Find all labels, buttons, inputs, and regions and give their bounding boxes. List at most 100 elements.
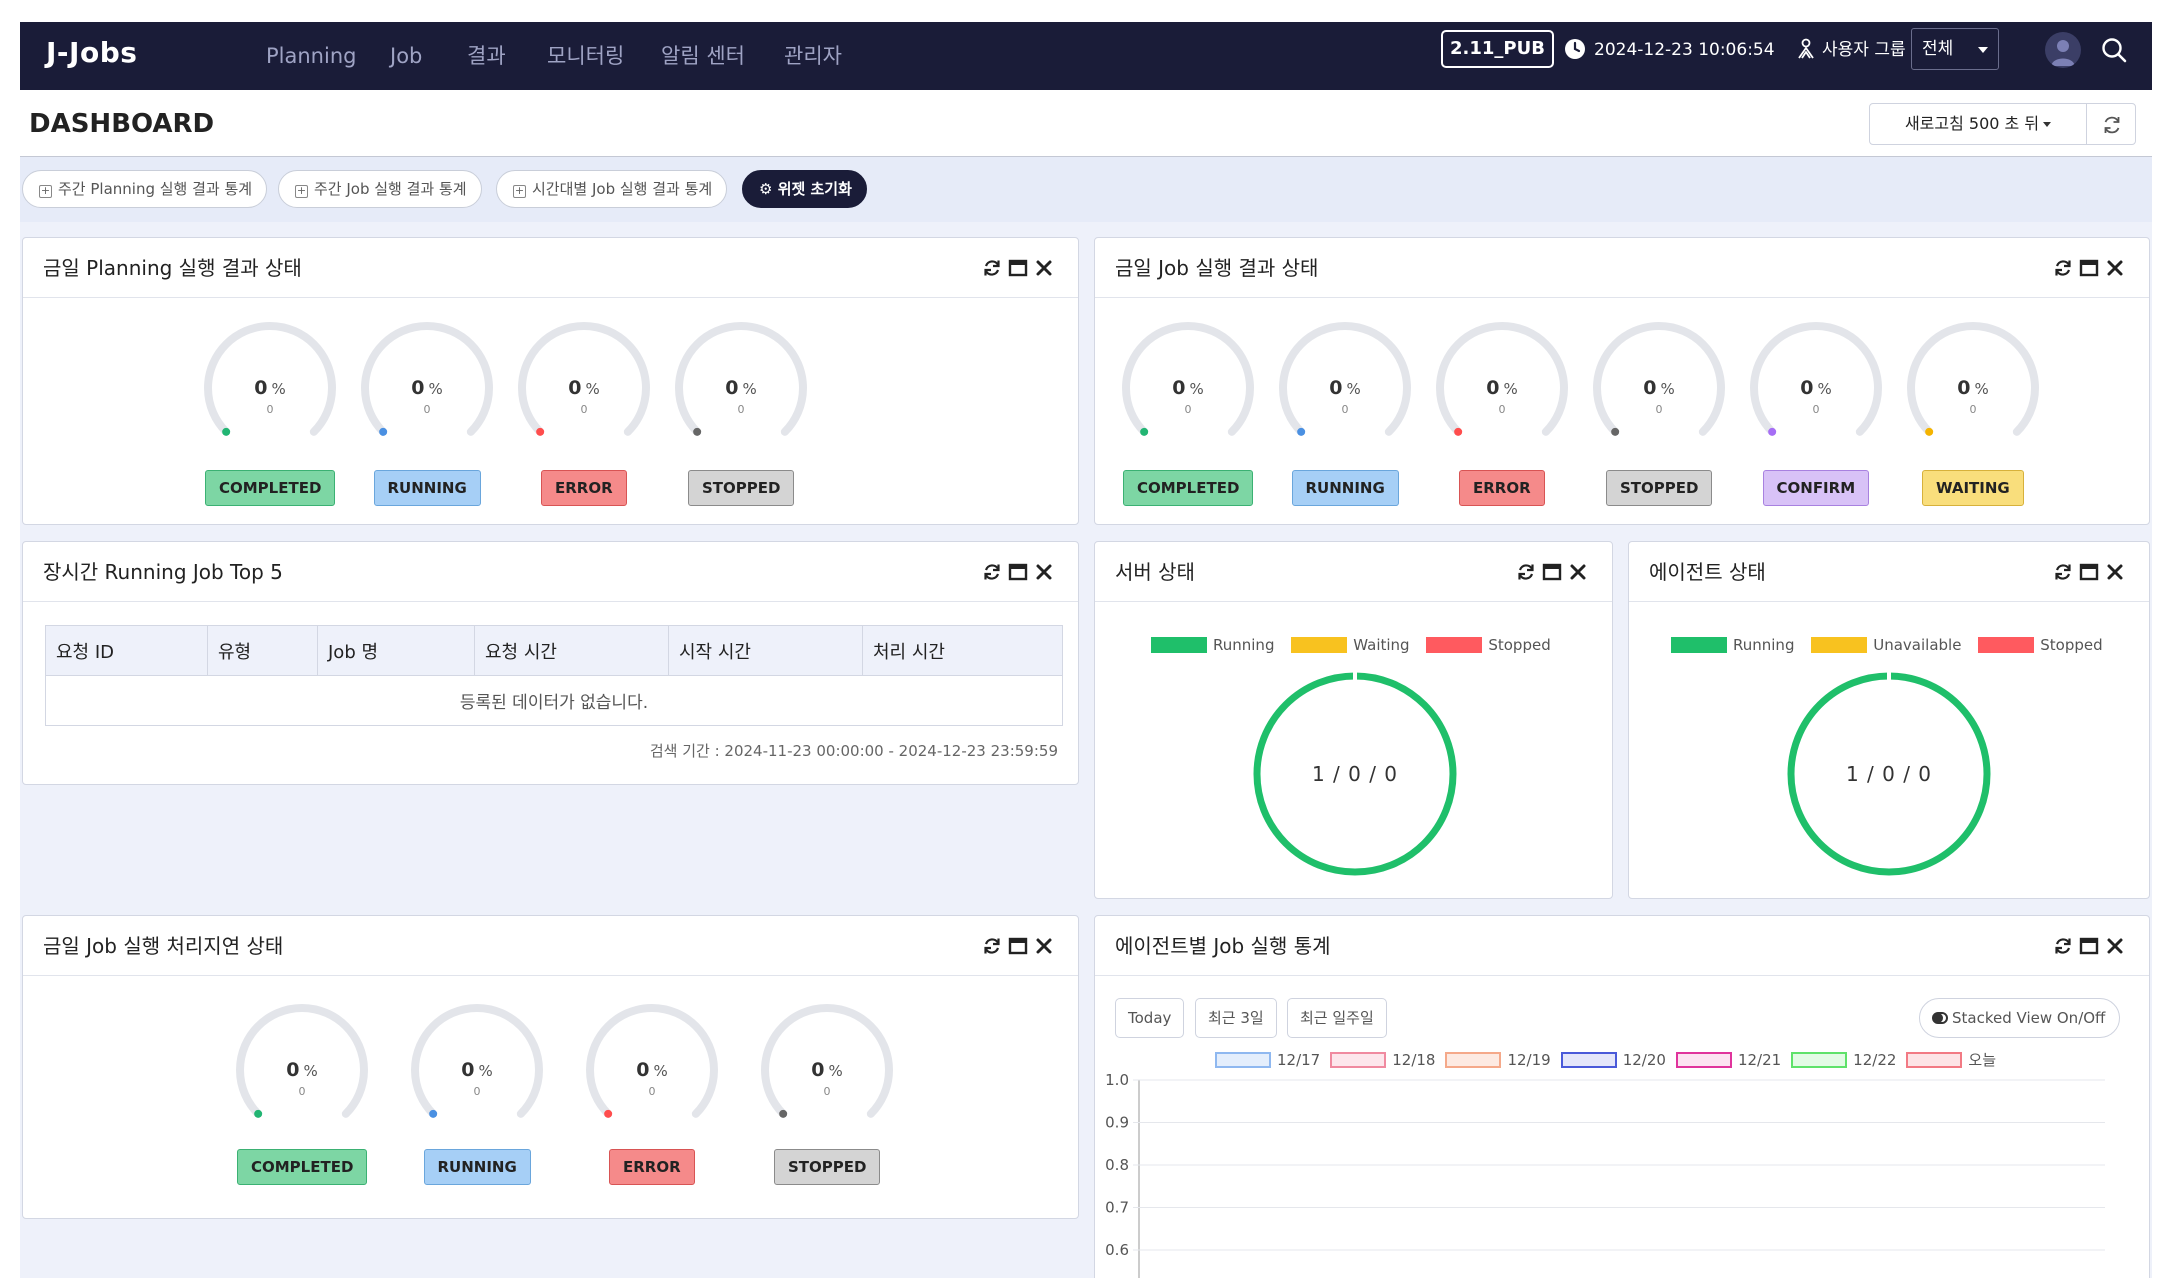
status-badge-error[interactable]: ERROR	[609, 1149, 695, 1185]
nav-item-admin[interactable]: 관리자	[784, 36, 842, 76]
close-icon[interactable]	[1034, 936, 1054, 956]
gauge-count: 0	[823, 1085, 831, 1098]
long-running-job-table: 요청 ID 유형 Job 명 요청 시간 시작 시간 처리 시간 등록된 데이터…	[45, 625, 1063, 726]
refresh-icon[interactable]	[2053, 562, 2073, 582]
gauge-value: 0%	[582, 1058, 722, 1083]
refresh-icon[interactable]	[2053, 258, 2073, 278]
status-badge-completed[interactable]: COMPLETED	[1123, 470, 1254, 506]
panel-tools	[1516, 562, 1588, 582]
nav-item-monitoring[interactable]: 모니터링	[547, 36, 624, 76]
search-period: 검색 기간 : 2024-11-23 00:00:00 - 2024-12-23…	[649, 742, 1058, 760]
gauge-error: 0% 0	[582, 1002, 722, 1132]
status-badge-error[interactable]: ERROR	[541, 470, 627, 506]
user-group-select[interactable]: 전체	[1911, 28, 1999, 70]
app-logo[interactable]: J-Jobs	[46, 34, 137, 72]
legend-swatch	[1291, 637, 1348, 653]
refresh-icon[interactable]	[982, 258, 1002, 278]
status-badge-confirm[interactable]: CONFIRM	[1762, 470, 1870, 506]
maximize-icon[interactable]	[1008, 562, 1028, 582]
gauge-count: 0	[1341, 403, 1349, 416]
legend-item-running[interactable]: Running	[1671, 636, 1794, 654]
gauge-percent: 0	[1957, 377, 1971, 399]
status-badge-stopped[interactable]: STOPPED	[1606, 470, 1713, 506]
status-badge-completed[interactable]: COMPLETED	[237, 1149, 368, 1185]
donut-gap	[1353, 671, 1357, 681]
maximize-icon[interactable]	[1008, 258, 1028, 278]
maximize-icon[interactable]	[2079, 258, 2099, 278]
user-group-icon	[1798, 38, 1814, 59]
close-icon[interactable]	[1034, 562, 1054, 582]
legend-item-stopped[interactable]: Stopped	[1978, 636, 2103, 654]
status-badge-stopped[interactable]: STOPPED	[688, 470, 795, 506]
refresh-button[interactable]	[2086, 103, 2136, 145]
gauge-unit: %	[653, 1062, 668, 1080]
maximize-icon[interactable]	[2079, 562, 2099, 582]
nav-item-planning[interactable]: Planning	[266, 36, 356, 76]
search-icon[interactable]	[2100, 36, 2128, 64]
gauge-unit: %	[1189, 380, 1204, 398]
legend-item-stopped[interactable]: Stopped	[1426, 636, 1551, 654]
close-icon[interactable]	[2105, 258, 2125, 278]
status-badge-waiting[interactable]: WAITING	[1922, 470, 2024, 506]
refresh-icon	[2104, 116, 2120, 134]
panel-tools	[982, 936, 1054, 956]
column-header-job-name[interactable]: Job 명	[317, 625, 475, 676]
status-badge-running[interactable]: RUNNING	[373, 470, 481, 506]
close-icon[interactable]	[2105, 562, 2125, 582]
column-header-request-id[interactable]: 요청 ID	[45, 625, 208, 676]
panel-title: 에이전트 상태	[1649, 560, 1766, 584]
gauge-percent: 0	[1486, 377, 1500, 399]
status-badge-stopped[interactable]: STOPPED	[774, 1149, 881, 1185]
refresh-icon[interactable]	[1516, 562, 1536, 582]
close-icon[interactable]	[1034, 258, 1054, 278]
gauge-running: 0% 0	[407, 1002, 547, 1132]
legend-swatch	[1811, 637, 1868, 653]
legend-item-waiting[interactable]: Waiting	[1291, 636, 1410, 654]
legend-item-running[interactable]: Running	[1151, 636, 1274, 654]
reset-widgets-button[interactable]: ⚙ 위젯 초기화	[742, 170, 867, 208]
gauge-stopped: 0% 0	[757, 1002, 897, 1132]
maximize-icon[interactable]	[1008, 936, 1028, 956]
legend-label: Stopped	[1488, 636, 1551, 654]
user-group-label: 사용자 그룹	[1822, 40, 1906, 60]
gauge-count: 0	[1184, 403, 1192, 416]
close-icon[interactable]	[1568, 562, 1588, 582]
status-badge-running[interactable]: RUNNING	[423, 1149, 531, 1185]
chip-label: 시간대별 Job 실행 결과 통계	[532, 180, 713, 198]
server-status-center-text: 1 / 0 / 0	[1311, 762, 1399, 786]
panel-header: 금일 Job 실행 결과 상태	[1095, 238, 2149, 298]
status-badge-error[interactable]: ERROR	[1459, 470, 1545, 506]
gauge-percent: 0	[286, 1059, 300, 1081]
column-header-request-time[interactable]: 요청 시간	[474, 625, 669, 676]
gauge-unit: %	[1503, 380, 1518, 398]
gauge-count: 0	[298, 1085, 306, 1098]
column-header-processing-time[interactable]: 처리 시간	[862, 625, 1063, 676]
user-avatar[interactable]	[2045, 32, 2081, 68]
gauge-count: 0	[648, 1085, 656, 1098]
column-header-type[interactable]: 유형	[207, 625, 318, 676]
status-badge-running[interactable]: RUNNING	[1291, 470, 1399, 506]
refresh-interval-select[interactable]: 새로고침 500 초 뒤	[1869, 103, 2087, 145]
panel-title: 금일 Job 실행 결과 상태	[1115, 256, 1319, 280]
legend-item-unavailable[interactable]: Unavailable	[1811, 636, 1961, 654]
nav-item-job[interactable]: Job	[390, 36, 422, 76]
column-header-start-time[interactable]: 시작 시간	[668, 625, 863, 676]
gauge-unit: %	[428, 380, 443, 398]
nav-item-results[interactable]: 결과	[467, 36, 506, 76]
chip-weekly-planning-stats[interactable]: + 주간 Planning 실행 결과 통계	[22, 170, 268, 208]
panel-header: 금일 Job 실행 처리지연 상태	[23, 916, 1078, 976]
legend-swatch	[1151, 637, 1207, 653]
gauge-value: 0%	[1118, 376, 1258, 401]
chip-weekly-job-stats[interactable]: + 주간 Job 실행 결과 통계	[278, 170, 482, 208]
agent-job-chart: 1.0 0.9 0.8 0.7 0.6	[1105, 1071, 2105, 1278]
chip-label: 주간 Job 실행 결과 통계	[314, 180, 467, 198]
chip-hourly-job-stats[interactable]: + 시간대별 Job 실행 결과 통계	[496, 170, 728, 208]
nav-item-alert-center[interactable]: 알림 센터	[661, 36, 745, 76]
gauge-completed: 0% 0	[1118, 320, 1258, 450]
refresh-icon[interactable]	[982, 562, 1002, 582]
maximize-icon[interactable]	[1542, 562, 1562, 582]
refresh-icon[interactable]	[982, 936, 1002, 956]
server-status-legend: Running Waiting Stopped	[1151, 636, 1563, 654]
gauge-error: 0% 0	[1432, 320, 1572, 450]
status-badge-completed[interactable]: COMPLETED	[205, 470, 336, 506]
